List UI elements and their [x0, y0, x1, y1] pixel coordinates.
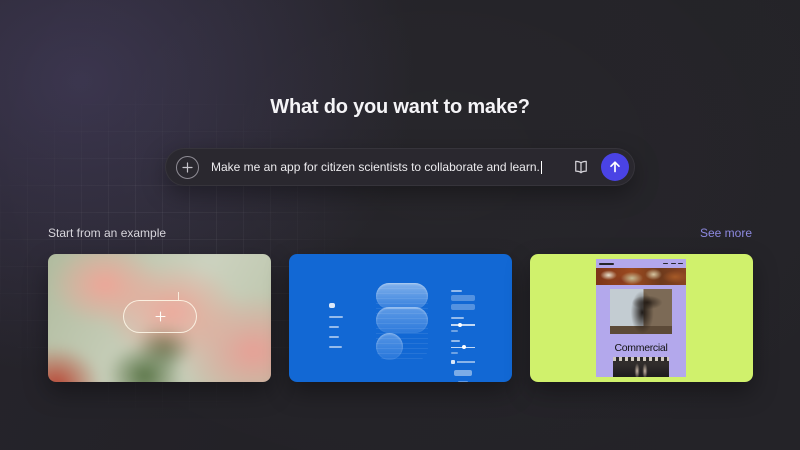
- plus-icon[interactable]: [176, 155, 199, 179]
- prompt-input[interactable]: Make me an app for citizen scientists to…: [211, 160, 568, 174]
- mockup-title: Commercial: [614, 342, 668, 354]
- mini-button: [451, 295, 475, 301]
- mini-label: [451, 317, 464, 319]
- examples-header: Start from an example See more: [48, 226, 752, 240]
- mini-label: [458, 380, 468, 382]
- mini-label: [451, 352, 458, 354]
- mini-properties-panel: [451, 290, 475, 382]
- mini-menu-item: [329, 336, 339, 338]
- glassy-logo-shape: [376, 283, 428, 361]
- example-card-flower-photo[interactable]: [48, 254, 271, 382]
- open-book-icon[interactable]: [568, 154, 594, 180]
- prompt-bar[interactable]: Make me an app for citizen scientists to…: [165, 148, 635, 186]
- examples-label: Start from an example: [48, 226, 167, 240]
- mockup-navbar: [596, 259, 686, 268]
- mini-label: [451, 290, 462, 292]
- prompt-input-value: Make me an app for citizen scientists to…: [211, 160, 540, 174]
- see-more-link[interactable]: See more: [700, 226, 752, 240]
- mini-logo: [329, 303, 335, 308]
- app-screen: What do you want to make? Make me an app…: [0, 0, 800, 450]
- mini-menu-item: [329, 316, 343, 318]
- example-cards: Commercial: [48, 254, 753, 382]
- submit-button[interactable]: [601, 153, 629, 181]
- page-title: What do you want to make?: [270, 96, 530, 118]
- background-glow: [0, 0, 800, 450]
- mini-slider: [451, 322, 475, 327]
- example-card-portfolio-site[interactable]: Commercial: [530, 254, 753, 382]
- pill-handle: [178, 292, 179, 300]
- text-caret: [540, 160, 542, 174]
- mockup-banner-photo: [596, 268, 686, 285]
- mini-slider: [451, 345, 475, 349]
- example-card-3d-editor[interactable]: [289, 254, 512, 382]
- mockup-nav-links: [663, 262, 683, 265]
- mini-cta-button: [454, 369, 472, 376]
- mini-menu-item: [329, 326, 339, 328]
- mini-checkbox-row: [451, 360, 475, 364]
- mini-menu-item: [329, 346, 342, 348]
- arrow-up-icon: [610, 161, 620, 173]
- mini-button: [451, 304, 475, 310]
- mini-label: [451, 329, 458, 332]
- add-pill-overlay: [123, 300, 197, 333]
- website-mockup: Commercial: [596, 259, 686, 377]
- plus-icon: [154, 311, 166, 322]
- mini-label: [451, 339, 460, 342]
- mockup-logo-bar: [599, 262, 614, 265]
- mockup-legs-photo: [613, 357, 669, 377]
- mini-sidebar-menu: [329, 303, 343, 348]
- mockup-window-silhouette-photo: [610, 289, 672, 334]
